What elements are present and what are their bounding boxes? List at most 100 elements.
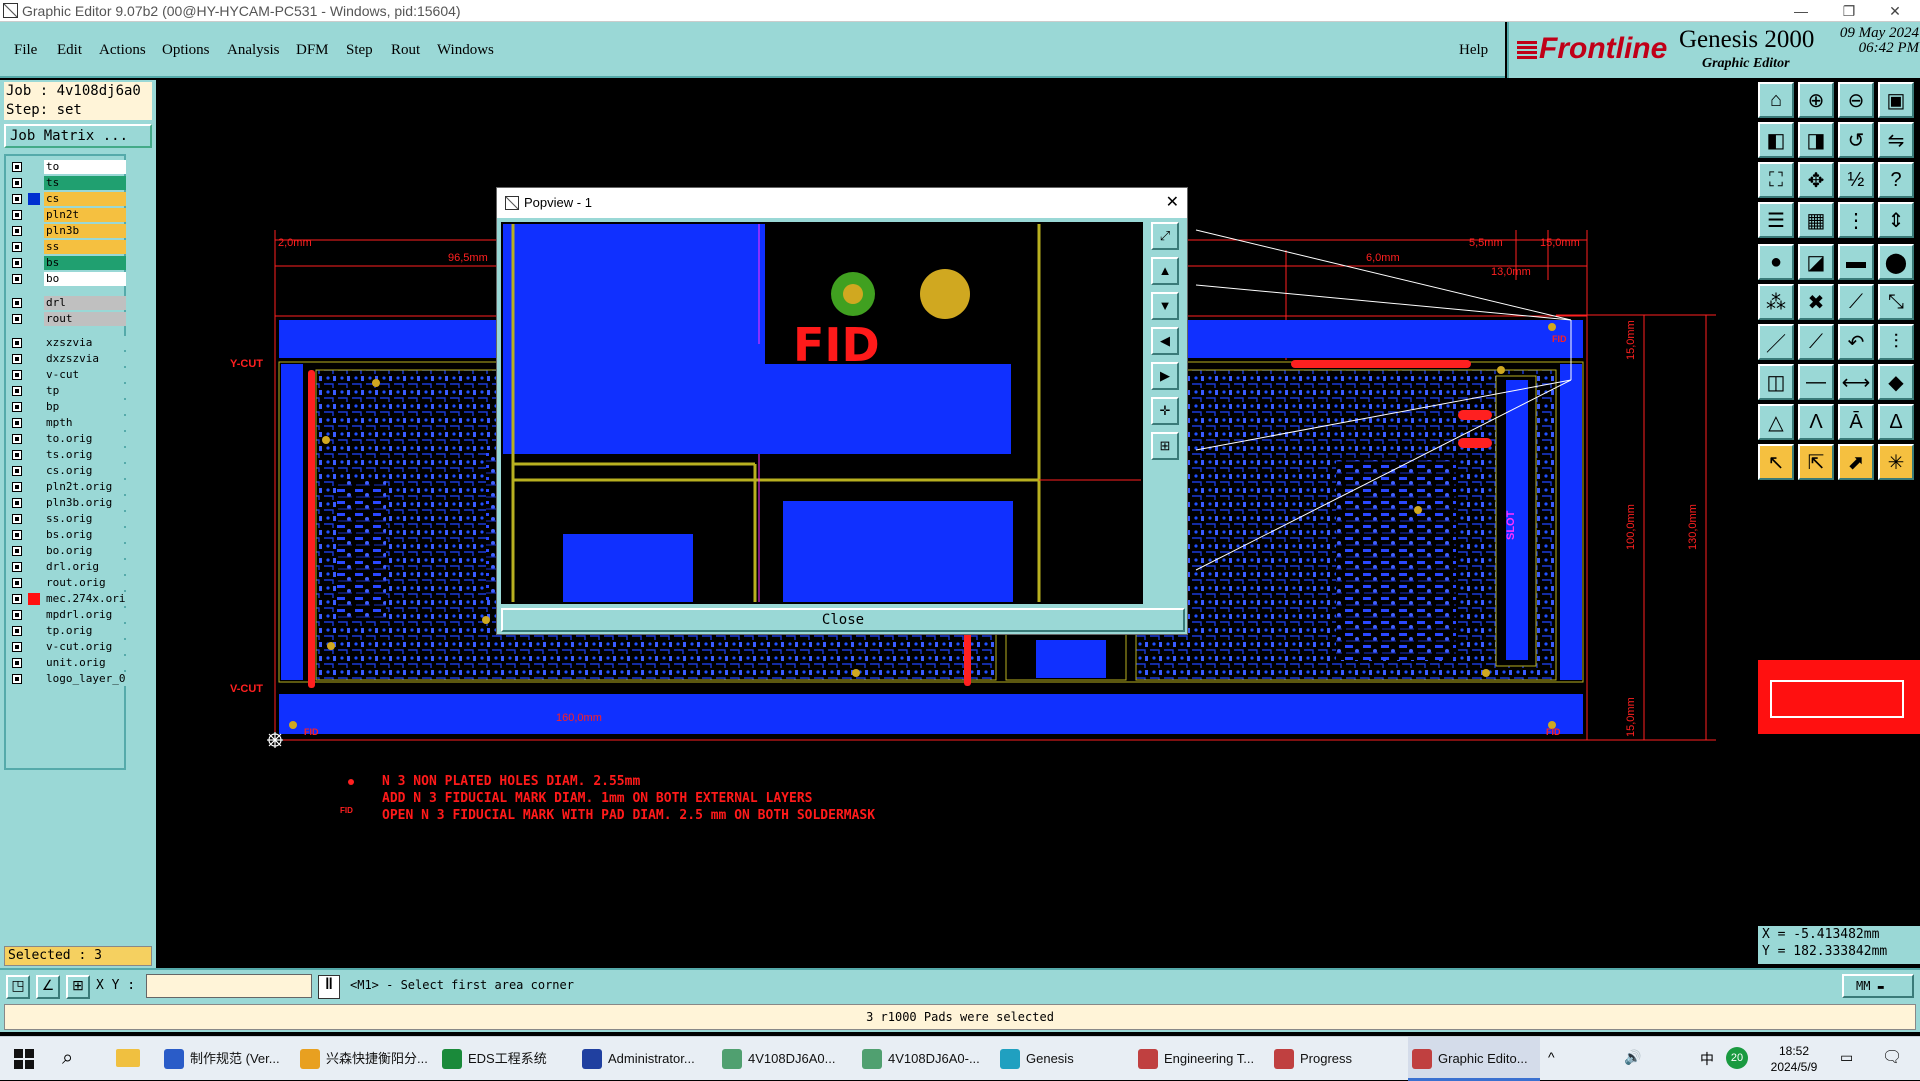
layer-checkbox[interactable] [12,418,22,428]
popview-pan-left-icon[interactable]: ◀ [1151,327,1179,355]
layer-row-to-orig[interactable]: to.orig [8,432,126,446]
distance-icon[interactable]: ⟷ [1838,364,1874,400]
menu-windows[interactable]: Windows [437,42,494,59]
layer-checkbox[interactable] [12,210,22,220]
node-move-icon[interactable]: ⁂ [1758,284,1794,320]
layer-row-pln3b[interactable]: pln3b [8,224,126,238]
layer-row-logo-layer-0[interactable]: logo_layer_0 [8,672,126,686]
layer-row-bs-orig[interactable]: bs.orig [8,528,126,542]
layer-row-cs[interactable]: cs [8,192,126,206]
popview-close-icon[interactable]: ✕ [1166,188,1179,218]
taskbar-app-9[interactable]: Graphic Edito... [1408,1037,1540,1081]
layer-row-mpdrl-orig[interactable]: mpdrl.orig [8,608,126,622]
layer-checkbox[interactable] [12,610,22,620]
move-pad-icon[interactable]: ◫ [1758,364,1794,400]
layer-row-ss[interactable]: ss [8,240,126,254]
cross-icon[interactable]: ✖ [1798,284,1834,320]
layer-checkbox[interactable] [12,498,22,508]
taskbar-app-7[interactable]: Engineering T... [1134,1037,1266,1081]
taskbar-app-3[interactable]: Administrator... [578,1037,710,1081]
layer-row-ss-orig[interactable]: ss.orig [8,512,126,526]
layer-checkbox[interactable] [12,642,22,652]
popview-pan-right-icon[interactable]: ▶ [1151,362,1179,390]
a-outline-icon[interactable]: Δ [1878,404,1914,440]
trace-icon[interactable]: ⫶ [1878,324,1914,360]
layer-checkbox[interactable] [12,298,22,308]
layer-row-cs-orig[interactable]: cs.orig [8,464,126,478]
shapes-icon[interactable]: ◆ [1878,364,1914,400]
layer-row-v-cut-orig[interactable]: v-cut.orig [8,640,126,654]
zoom-area-icon[interactable]: ▣ [1878,82,1914,118]
triangle-icon[interactable]: △ [1758,404,1794,440]
pan-left-icon[interactable]: ◧ [1758,122,1794,158]
popview-close-button[interactable]: Close [501,608,1185,632]
layer-row-pln2t-orig[interactable]: pln2t.orig [8,480,126,494]
volume-icon[interactable]: 🔊 [1624,1049,1641,1066]
layer-checkbox[interactable] [12,658,22,668]
menu-file[interactable]: File [14,42,37,59]
layer-row-bs[interactable]: bs [8,256,126,270]
layer-checkbox[interactable] [12,242,22,252]
taskbar-app-5[interactable]: 4V108DJ6A0-... [858,1037,990,1081]
taskbar-app-2[interactable]: EDS工程系统 [438,1037,570,1081]
circle-icon[interactable]: ⬤ [1878,244,1914,280]
layer-checkbox[interactable] [12,314,22,324]
layer-checkbox[interactable] [12,386,22,396]
layer-checkbox[interactable] [12,626,22,636]
snap-mode-icon[interactable]: ◳ [6,975,30,999]
layer-row-bo-orig[interactable]: bo.orig [8,544,126,558]
pause-icon[interactable]: ‖ [318,975,340,999]
measure-icon[interactable]: ⇕ [1878,202,1914,238]
layer-row-bo[interactable]: bo [8,272,126,286]
layer-row-ts-orig[interactable]: ts.orig [8,448,126,462]
scale-1-2-icon[interactable]: ½ [1838,162,1874,198]
tray-chevron-icon[interactable]: ^ [1548,1049,1555,1065]
ime-indicator[interactable]: 中 [1700,1049,1714,1069]
layer-checkbox[interactable] [12,402,22,412]
restore-button[interactable]: ❐ [1826,0,1872,22]
layer-checkbox[interactable] [12,178,22,188]
layer-row-drl-orig[interactable]: drl.orig [8,560,126,574]
menu-dfm[interactable]: DFM [296,42,329,59]
layer-row-xzszvia[interactable]: xzszvia [8,336,126,350]
layer-checkbox[interactable] [12,258,22,268]
select-net-icon[interactable]: ⬈ [1838,444,1874,480]
menu-step[interactable]: Step [346,42,373,59]
dash-icon[interactable]: — [1798,364,1834,400]
grid-mode-icon[interactable]: ⊞ [66,975,90,999]
layer-checkbox[interactable] [12,338,22,348]
pan-right-icon[interactable]: ◨ [1798,122,1834,158]
layer-checkbox[interactable] [12,226,22,236]
snap-icon[interactable]: ⋮ [1838,202,1874,238]
layer-row-tp-orig[interactable]: tp.orig [8,624,126,638]
layer-row-mec-274x-orig[interactable]: mec.274x.orig [8,592,126,606]
layer-checkbox[interactable] [12,434,22,444]
menu-rout[interactable]: Rout [391,42,420,59]
zoom-back-icon[interactable]: ↺ [1838,122,1874,158]
start-icon[interactable] [14,1049,34,1069]
desktop-icon[interactable]: ▭ [1840,1049,1853,1066]
xy-input[interactable] [146,974,312,998]
layer-checkbox[interactable] [12,466,22,476]
layer-checkbox[interactable] [12,578,22,588]
taskbar-clock[interactable]: 18:52 2024/5/9 [1760,1043,1828,1075]
file-explorer-icon[interactable] [116,1049,140,1067]
menu-help[interactable]: Help [1459,42,1488,59]
layer-checkbox[interactable] [12,482,22,492]
select-pointer-icon[interactable]: ↖ [1758,444,1794,480]
layer-checkbox[interactable] [12,354,22,364]
layer-row-to[interactable]: to [8,160,126,174]
notifications-icon[interactable]: 🗨 [1882,1047,1902,1067]
zoom-in-icon[interactable]: ⊕ [1798,82,1834,118]
close-window-button[interactable]: ✕ [1872,0,1918,22]
menu-edit[interactable]: Edit [57,42,82,59]
zoom-out-icon[interactable]: ⊖ [1838,82,1874,118]
menu-actions[interactable]: Actions [99,42,146,59]
minimize-button[interactable]: — [1778,0,1824,22]
angle-mode-icon[interactable]: ∠ [36,975,60,999]
select-multi-icon[interactable]: ✳ [1878,444,1914,480]
layer-row-v-cut[interactable]: v-cut [8,368,126,382]
layer-row-ts[interactable]: ts [8,176,126,190]
layer-checkbox[interactable] [12,562,22,572]
job-matrix-button[interactable]: Job Matrix ... [4,124,152,148]
